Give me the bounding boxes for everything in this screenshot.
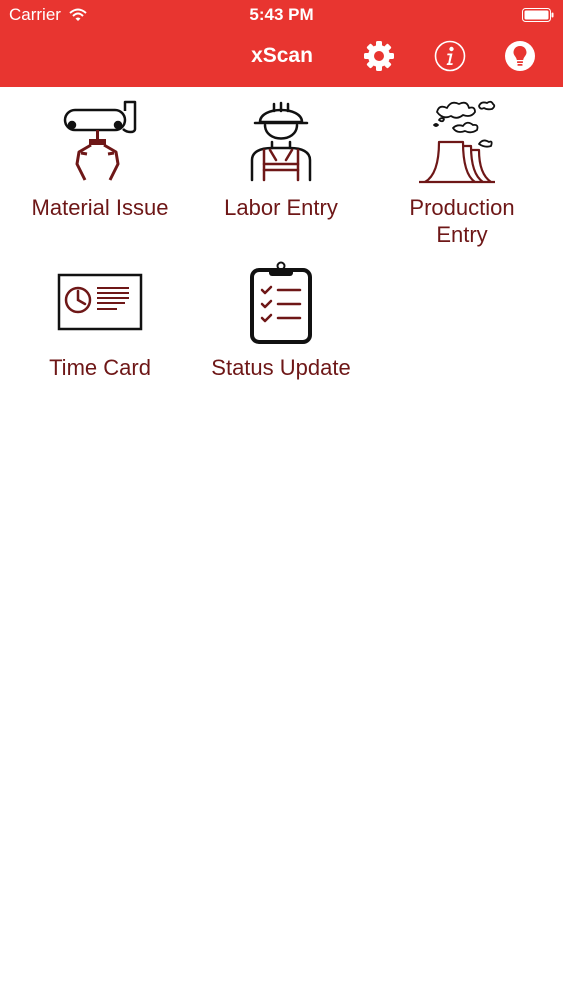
- menu-item-time-card[interactable]: Time Card: [10, 258, 190, 381]
- factory-icon: [419, 100, 496, 184]
- menu-item-status-update[interactable]: Status Update: [191, 258, 371, 381]
- app-title: xScan: [251, 44, 313, 67]
- status-bar: Carrier 5:43 PM: [0, 0, 563, 30]
- info-icon[interactable]: [434, 40, 466, 72]
- app-screen: Carrier 5:43 PM xScan Material Issue Lab…: [0, 0, 563, 1000]
- gear-icon[interactable]: [363, 40, 395, 72]
- lightbulb-icon[interactable]: [504, 40, 536, 72]
- menu-item-label: Production Entry: [409, 195, 515, 247]
- robot-claw-icon: [63, 100, 137, 181]
- menu-item-label: Labor Entry: [224, 195, 338, 220]
- menu-item-production-entry[interactable]: Production Entry: [372, 98, 552, 248]
- menu-item-label: Material Issue: [31, 195, 169, 220]
- menu-item-labor-entry[interactable]: Labor Entry: [191, 98, 371, 221]
- clipboard-checklist-icon: [250, 261, 312, 344]
- menu-item-material-issue[interactable]: Material Issue: [10, 98, 190, 221]
- battery-icon: [522, 8, 554, 22]
- menu-item-label: Time Card: [49, 355, 151, 380]
- time-card-icon: [57, 273, 143, 331]
- status-time: 5:43 PM: [249, 5, 314, 24]
- worker-icon: [250, 101, 312, 182]
- menu-item-label: Status Update: [211, 355, 351, 380]
- header-bar: Carrier 5:43 PM xScan: [0, 0, 563, 87]
